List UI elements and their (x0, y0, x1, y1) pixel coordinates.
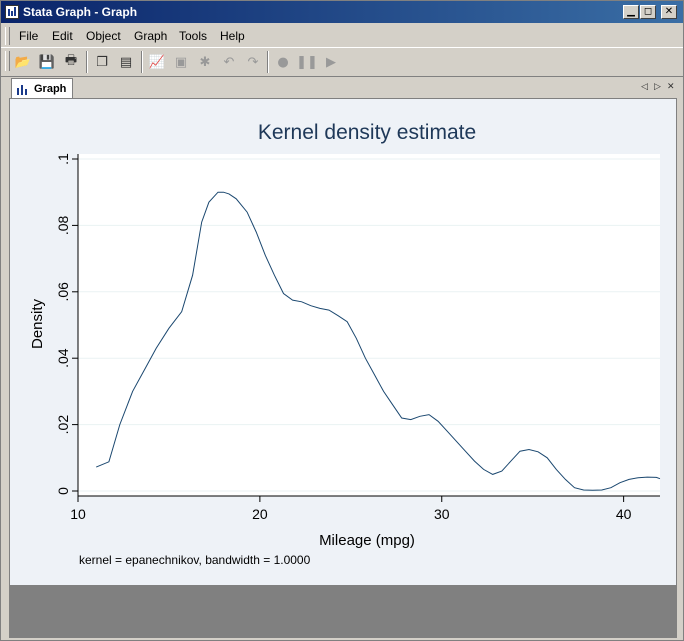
copy-icon[interactable]: ❐ (92, 52, 112, 72)
toolbar-separator (141, 51, 143, 73)
maximize-button[interactable]: ◻ (640, 5, 656, 19)
graph-canvas: Kernel density estimate 0 .02 .04 .06 .08 .1 1… (9, 98, 677, 586)
record-icon[interactable]: ● (273, 52, 293, 72)
tab-close-icon[interactable]: ✕ (667, 82, 675, 92)
object-browser-icon[interactable]: ▣ (171, 52, 191, 72)
tab-bar: Graph ◁ ▷ ✕ (1, 76, 683, 98)
menubar-grip (5, 27, 10, 45)
undo-icon[interactable]: ↶ (219, 52, 239, 72)
menu-tools[interactable]: Tools (179, 29, 207, 43)
y-tick-label: .02 (55, 415, 71, 435)
y-tick-label: .1 (55, 153, 71, 165)
bar-chart-icon (17, 85, 27, 95)
y-axis-label: Density (29, 298, 46, 349)
y-tick-label: .06 (55, 282, 71, 302)
close-button[interactable]: ✕ (661, 5, 677, 19)
pointer-icon[interactable]: ✱ (195, 52, 215, 72)
menu-object[interactable]: Object (86, 29, 121, 43)
rename-graph-icon[interactable]: ▤ (116, 52, 136, 72)
menu-help[interactable]: Help (220, 29, 245, 43)
plot-region (78, 154, 660, 496)
play-icon[interactable]: ▶ (321, 52, 341, 72)
tab-scroll-left-icon[interactable]: ◁ (641, 82, 648, 92)
x-tick-label: 20 (252, 506, 268, 522)
save-icon[interactable]: 💾 (37, 52, 57, 72)
window-title: Stata Graph - Graph (23, 5, 138, 19)
print-icon[interactable]: 🖶 (61, 52, 81, 72)
chart-note: kernel = epanechnikov, bandwidth = 1.000… (79, 553, 311, 567)
chart-title: Kernel density estimate (258, 121, 476, 144)
menu-edit[interactable]: Edit (52, 29, 73, 43)
x-tick-label: 30 (434, 506, 450, 522)
kernel-density-chart: Kernel density estimate 0 .02 .04 .06 .08 .1 1… (29, 121, 661, 567)
x-tick-label: 40 (616, 506, 632, 522)
menu-file[interactable]: File (19, 29, 38, 43)
title-bar[interactable]: Stata Graph - Graph ▁ ◻ ✕ (1, 1, 683, 23)
redo-icon[interactable]: ↷ (243, 52, 263, 72)
minimize-button[interactable]: ▁ (623, 5, 639, 19)
tab-scroll-right-icon[interactable]: ▷ (654, 82, 661, 92)
stata-graph-window: Stata Graph - Graph ▁ ◻ ✕ File Edit Obje… (0, 0, 684, 641)
menu-graph[interactable]: Graph (134, 29, 167, 43)
toolbar: 📂 💾 🖶 ❐ ▤ 📈 ▣ ✱ ↶ ↷ ● ❚❚ ▶ (1, 47, 683, 77)
y-tick-label: .04 (55, 348, 71, 368)
y-tick-label: 0 (55, 487, 71, 495)
x-axis-label: Mileage (mpg) (319, 532, 415, 549)
graph-editor-icon[interactable]: 📈 (147, 52, 167, 72)
y-tick-label: .08 (55, 215, 71, 235)
tab-graph-label: Graph (34, 83, 67, 95)
menu-bar: File Edit Object Graph Tools Help (1, 25, 683, 47)
grid-lines (78, 154, 660, 496)
x-tick-label: 10 (70, 506, 86, 522)
stata-app-icon (5, 5, 19, 19)
pause-icon[interactable]: ❚❚ (296, 52, 318, 72)
tab-graph[interactable]: Graph (11, 78, 73, 98)
toolbar-grip (5, 51, 10, 71)
graph-window-background (9, 586, 677, 638)
toolbar-separator (86, 51, 88, 73)
toolbar-separator (267, 51, 269, 73)
open-icon[interactable]: 📂 (13, 52, 33, 72)
